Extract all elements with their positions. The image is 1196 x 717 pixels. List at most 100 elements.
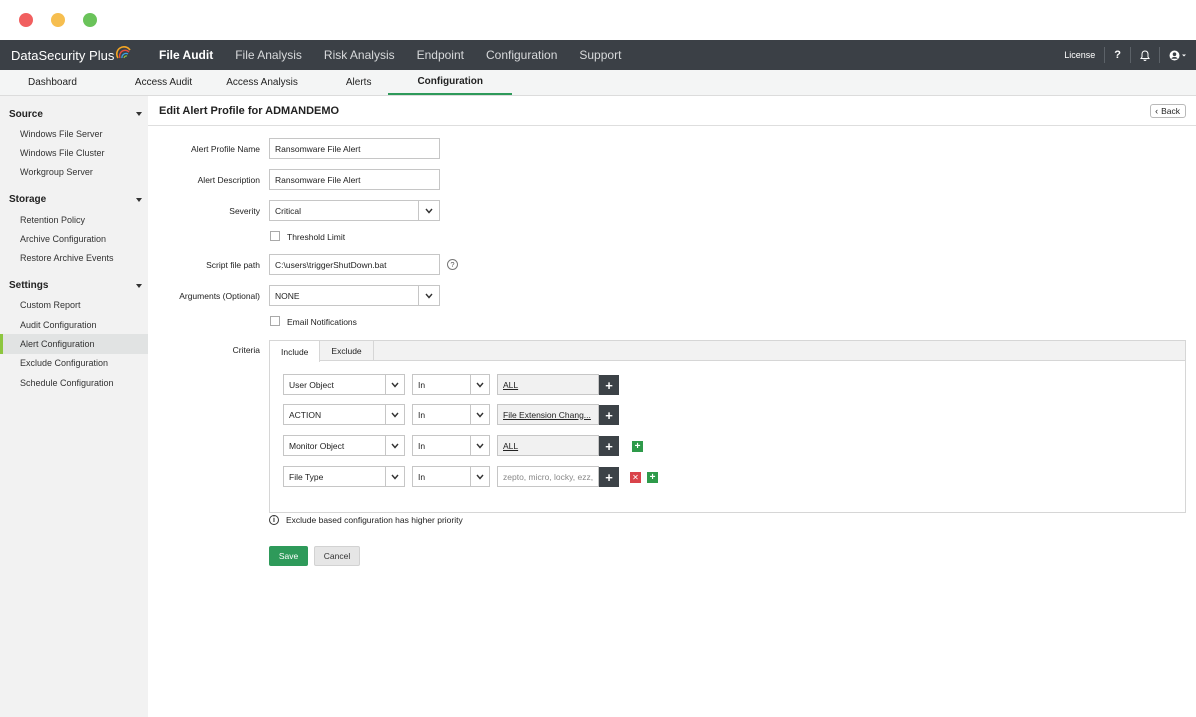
caret-down-icon [136, 197, 142, 202]
license-link[interactable]: License [1055, 47, 1104, 63]
chevron-left-icon: ‹ [1155, 105, 1159, 116]
caret-down-icon [136, 112, 142, 116]
criteria-operator-select[interactable]: In [412, 404, 490, 425]
add-row-button[interactable]: + [632, 441, 643, 452]
severity-select[interactable]: Critical [269, 200, 440, 221]
sidebar-item-custom-report[interactable]: Custom Report [0, 296, 148, 315]
save-button[interactable]: Save [269, 546, 308, 566]
criteria-field-select[interactable]: ACTION [283, 404, 405, 425]
sidebar-item-exclude-configuration[interactable]: Exclude Configuration [0, 354, 148, 373]
criteria-field-select[interactable]: File Type [283, 466, 405, 487]
minimize-window-button[interactable] [51, 13, 65, 27]
criteria-field-value: ACTION [289, 409, 322, 420]
notification-bell-icon[interactable] [1130, 47, 1159, 63]
menu-file-analysis[interactable]: File Analysis [224, 40, 313, 70]
user-account-icon[interactable] [1159, 47, 1196, 63]
close-window-button[interactable] [19, 13, 33, 27]
logo-arc-icon [116, 46, 131, 59]
add-value-button[interactable]: + [599, 436, 619, 456]
top-nav-right: License ? [1055, 40, 1196, 70]
page-header: Edit Alert Profile for ADMANDEMO ‹ Back [148, 96, 1196, 126]
chevron-down-icon [385, 467, 404, 486]
tab-configuration[interactable]: Configuration [388, 70, 512, 95]
sidebar-item-archive-configuration[interactable]: Archive Configuration [0, 229, 148, 248]
help-circle-icon[interactable]: ? [447, 259, 458, 270]
tab-access-audit[interactable]: Access Audit [105, 70, 209, 95]
criteria-label: Criteria [232, 345, 260, 355]
criteria-field-select[interactable]: Monitor Object [283, 435, 405, 456]
sidebar-item-retention-policy[interactable]: Retention Policy [0, 210, 148, 229]
criteria-field-value: User Object [289, 379, 334, 390]
email-notifications-checkbox[interactable] [270, 316, 280, 326]
chevron-down-icon [470, 375, 489, 394]
tab-include[interactable]: Include [270, 341, 321, 362]
chevron-down-icon [385, 405, 404, 424]
brand-name: DataSecurity Plus [11, 47, 115, 63]
chevron-down-icon [385, 436, 404, 455]
severity-label: Severity [229, 206, 260, 216]
criteria-operator-value: In [418, 440, 426, 451]
profile-name-label: Alert Profile Name [191, 144, 260, 154]
arguments-select[interactable]: NONE [269, 285, 440, 306]
add-value-button[interactable]: + [599, 405, 619, 425]
maximize-window-button[interactable] [83, 13, 97, 27]
chevron-down-icon [470, 405, 489, 424]
profile-name-input[interactable]: Ransomware File Alert [269, 138, 440, 159]
chevron-down-icon [470, 436, 489, 455]
add-value-button[interactable]: + [599, 375, 619, 395]
sidebar-item-workgroup-server[interactable]: Workgroup Server [0, 163, 148, 182]
brand-logo[interactable]: DataSecurity Plus [0, 46, 148, 63]
criteria-operator-value: In [418, 471, 426, 482]
back-label: Back [1161, 105, 1180, 116]
caret-down-icon [136, 283, 142, 288]
sidebar-section-source[interactable]: Source [0, 104, 148, 124]
priority-note-text: Exclude based configuration has higher p… [286, 515, 463, 525]
app-window: DataSecurity Plus File Audit File Analys… [0, 0, 1196, 717]
sidebar-section-settings[interactable]: Settings [0, 276, 148, 296]
tab-alerts[interactable]: Alerts [315, 70, 389, 95]
criteria-value-field[interactable]: ALL [497, 435, 599, 456]
criteria-value-field[interactable]: ALL [497, 374, 599, 395]
criteria-tabs: Include Exclude [270, 341, 1185, 362]
sidebar-item-schedule-configuration[interactable]: Schedule Configuration [0, 373, 148, 392]
criteria-value-field[interactable]: zepto, micro, locky, ezz, [497, 466, 599, 487]
add-row-button[interactable]: + [647, 472, 658, 483]
back-button[interactable]: ‹ Back [1150, 103, 1186, 118]
chevron-down-icon [418, 286, 439, 305]
menu-configuration[interactable]: Configuration [475, 40, 568, 70]
criteria-value-field[interactable]: File Extension Chang... [497, 404, 599, 425]
tab-access-analysis[interactable]: Access Analysis [209, 70, 315, 95]
sidebar-item-restore-archive-events[interactable]: Restore Archive Events [0, 248, 148, 267]
cancel-button[interactable]: Cancel [314, 546, 360, 566]
add-value-button[interactable]: + [599, 467, 619, 487]
remove-row-button[interactable]: ✕ [630, 472, 641, 483]
sidebar-item-alert-configuration[interactable]: Alert Configuration [0, 334, 148, 354]
criteria-field-select[interactable]: User Object [283, 374, 405, 395]
threshold-checkbox[interactable] [270, 231, 280, 241]
sidebar-item-windows-file-server[interactable]: Windows File Server [0, 124, 148, 143]
arguments-value: NONE [275, 290, 300, 301]
menu-risk-analysis[interactable]: Risk Analysis [313, 40, 406, 70]
criteria-operator-select[interactable]: In [412, 435, 490, 456]
sidebar-section-storage[interactable]: Storage [0, 190, 148, 210]
top-nav: DataSecurity Plus File Audit File Analys… [0, 40, 1196, 70]
tab-exclude[interactable]: Exclude [320, 341, 374, 360]
severity-value: Critical [275, 205, 301, 216]
script-path-label: Script file path [206, 260, 260, 270]
main-menu: File Audit File Analysis Risk Analysis E… [148, 40, 632, 70]
arguments-label: Arguments (Optional) [179, 291, 260, 301]
page-title: Edit Alert Profile for ADMANDEMO [159, 104, 340, 117]
chevron-down-icon [385, 375, 404, 394]
sidebar-item-audit-configuration[interactable]: Audit Configuration [0, 315, 148, 334]
tab-dashboard[interactable]: Dashboard [0, 70, 105, 95]
criteria-operator-select[interactable]: In [412, 374, 490, 395]
menu-support[interactable]: Support [568, 40, 632, 70]
chevron-down-icon [470, 467, 489, 486]
description-input[interactable]: Ransomware File Alert [269, 169, 440, 190]
menu-file-audit[interactable]: File Audit [148, 40, 224, 70]
criteria-operator-select[interactable]: In [412, 466, 490, 487]
help-button[interactable]: ? [1104, 47, 1130, 63]
script-path-input[interactable]: C:\users\triggerShutDown.bat [269, 254, 440, 275]
sidebar-item-windows-file-cluster[interactable]: Windows File Cluster [0, 143, 148, 162]
menu-endpoint[interactable]: Endpoint [406, 40, 475, 70]
